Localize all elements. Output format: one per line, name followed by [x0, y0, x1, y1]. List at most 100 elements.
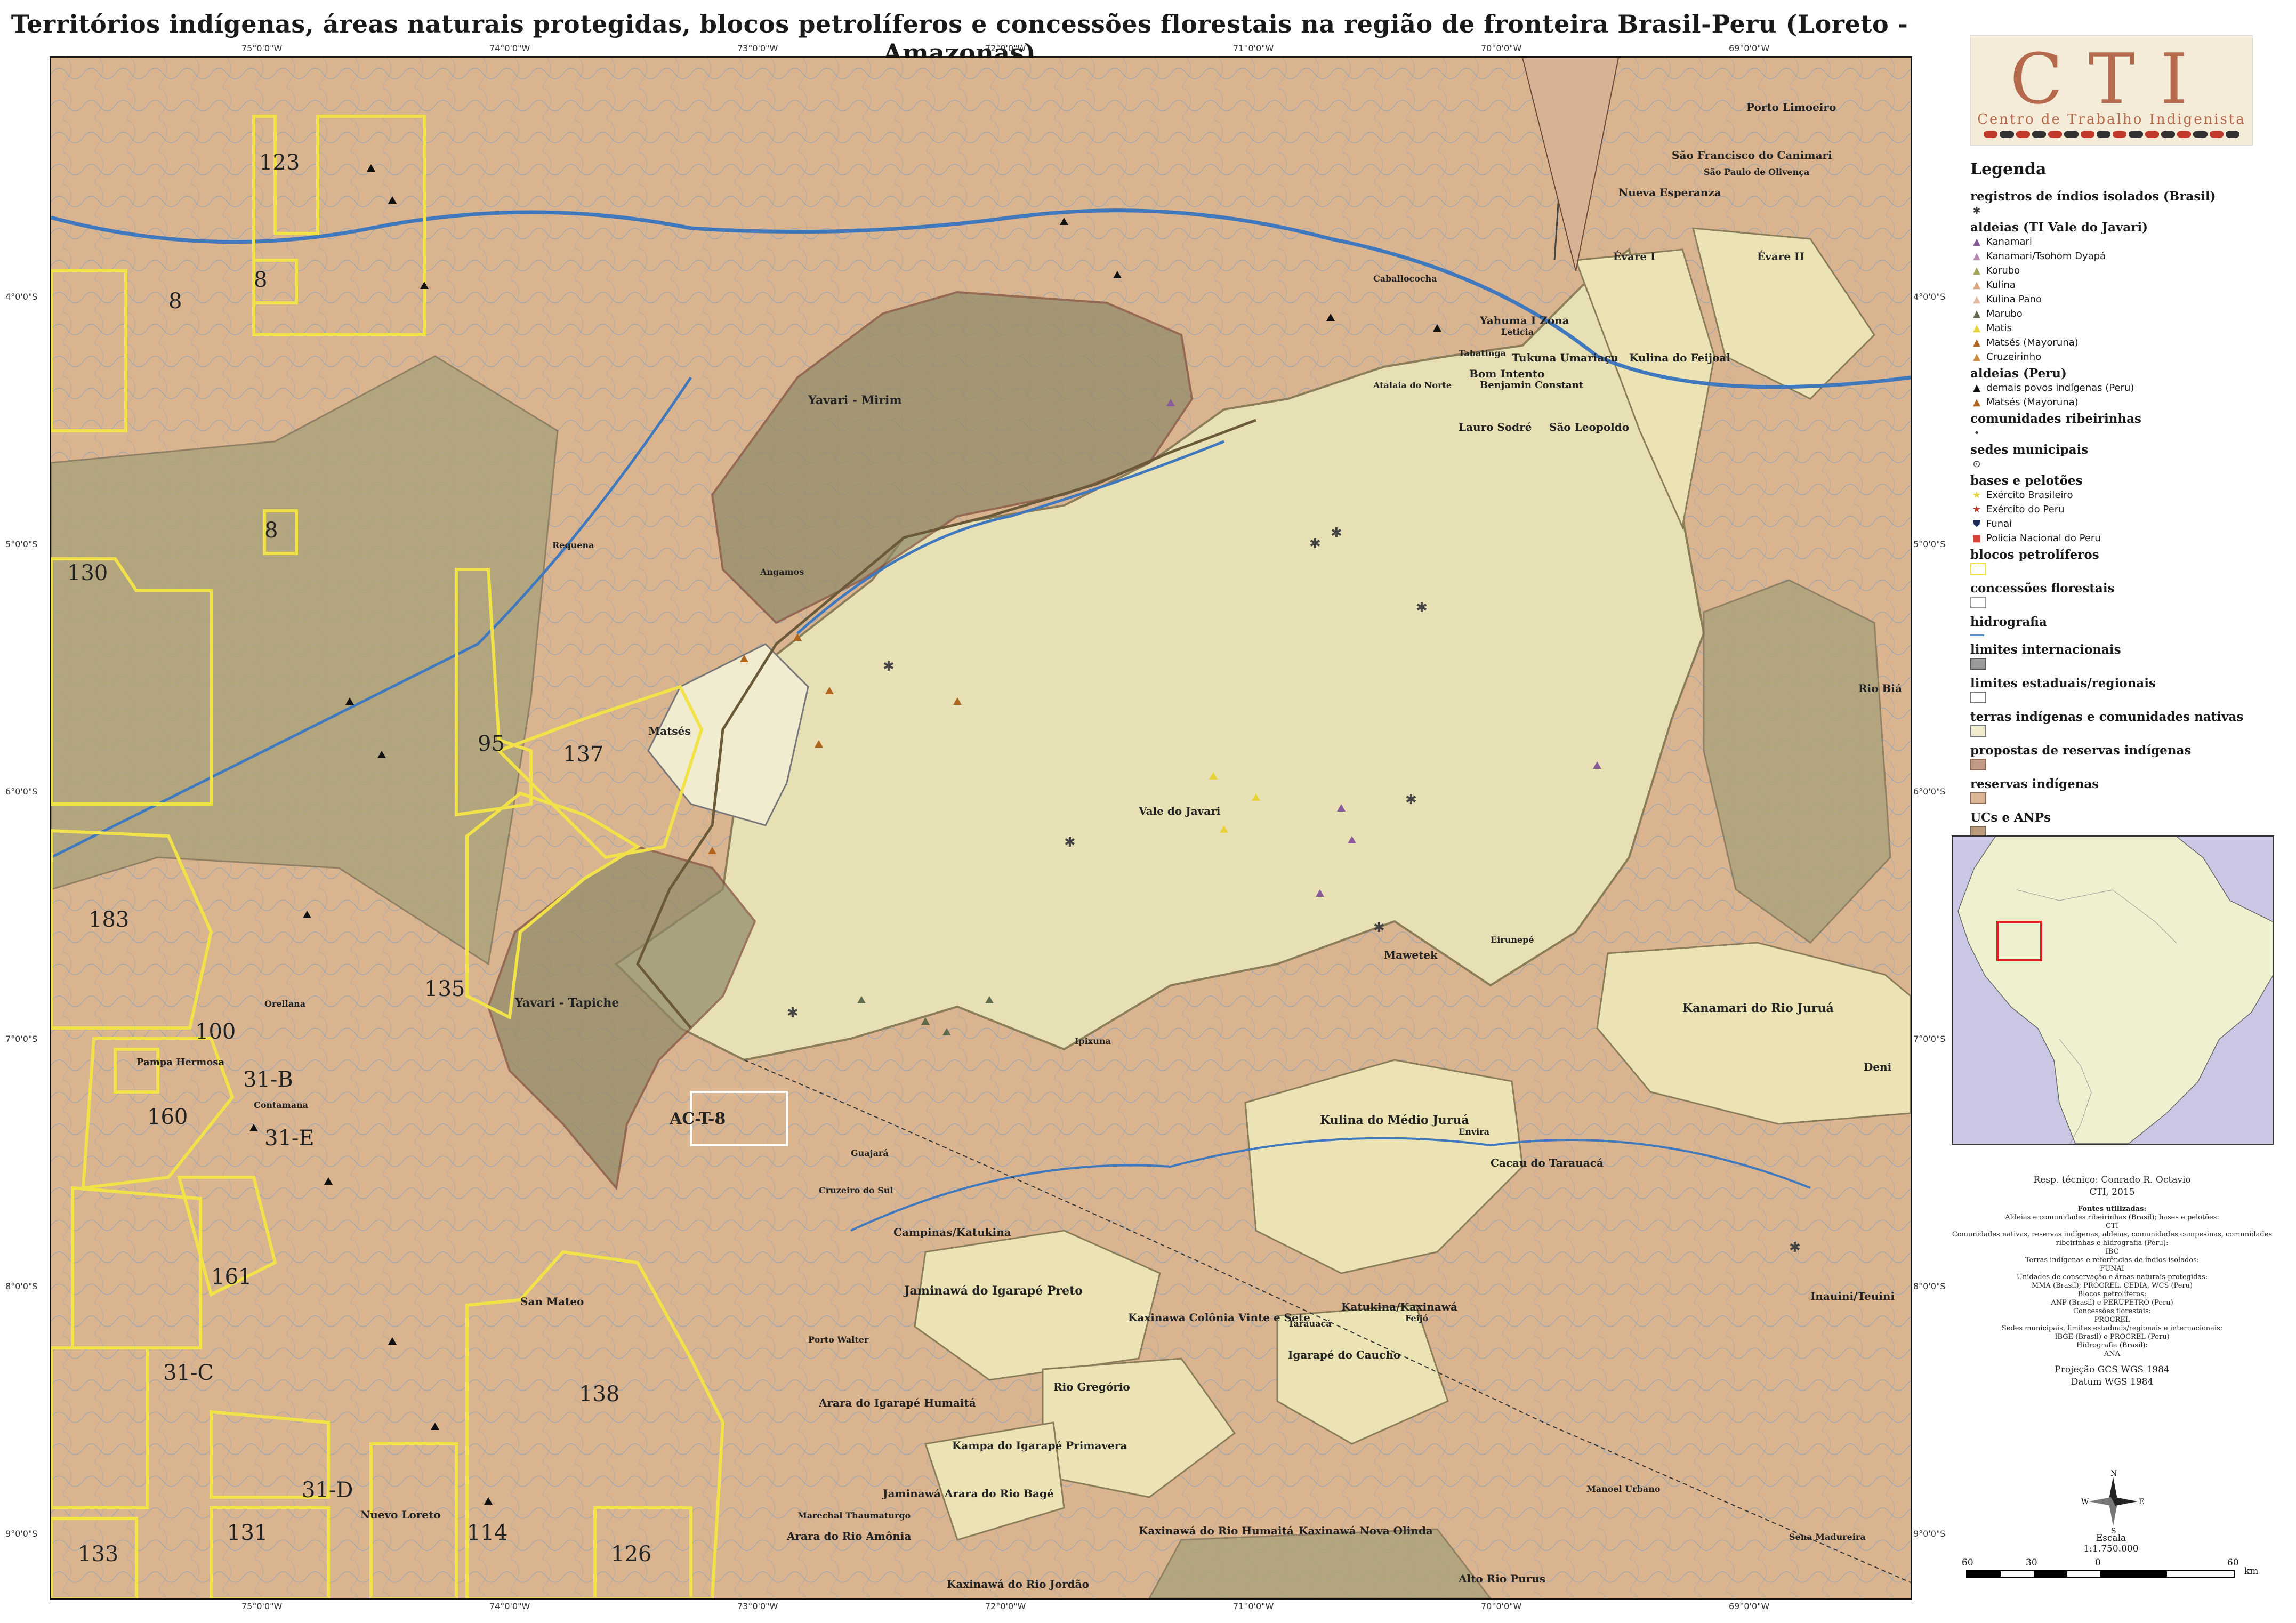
legend-section-title: hidrografia [1970, 615, 2047, 629]
legend-item: ▲ Kanamari [1970, 235, 2269, 249]
label-kanamari-rio-jurua: Kanamari do Rio Juruá [1682, 1001, 1834, 1015]
label-deni: Deni [1864, 1060, 1892, 1073]
block-114: 114 [467, 1521, 507, 1545]
svg-text:✱: ✱ [1331, 525, 1342, 541]
block-161: 161 [211, 1265, 252, 1289]
legend-heading: Legenda [1970, 160, 2047, 179]
legend-section-title: aldeias (TI Vale do Javari) [1970, 220, 2148, 235]
longitude-label: 75°0'0"W [241, 43, 283, 53]
label-katukina-kaxinawa: Katukina/Kaxinawá [1341, 1300, 1457, 1313]
label-cruzeiro-do-sul: Cruzeiro do Sul [819, 1185, 893, 1195]
block-8b: 8 [168, 289, 182, 314]
compass-n: N [2110, 1469, 2117, 1478]
legend-item: ■ Policia Nacional do Peru [1970, 531, 2269, 545]
label-alto-rio-purus: Alto Rio Purus [1458, 1572, 1545, 1585]
label-inauini-teuini: Inauini/Teuini [1810, 1290, 1895, 1303]
inset-canvas [1957, 837, 2273, 1144]
legend-symbol-icon: • [1973, 428, 1980, 439]
legend-item: ▲ Cruzeirinho [1970, 350, 2269, 364]
label-eirunepe: Eirunepé [1491, 935, 1534, 945]
longitude-label: 72°0'0"W [985, 43, 1026, 53]
credits: Resp. técnico: Conrado R. Octavio CTI, 2… [1947, 1174, 2277, 1388]
scale-bar-graphic [1966, 1570, 2235, 1578]
scale-tick-2: 0 [2095, 1557, 2101, 1568]
legend-symbol-icon: ▲ [1973, 337, 1980, 348]
legend-symbol-icon: ⛊ [1973, 518, 1980, 529]
label-tarauaca: Tarauacá [1288, 1319, 1332, 1329]
credit-responsible: Resp. técnico: Conrado R. Octavio [2033, 1175, 2191, 1185]
svg-text:✱: ✱ [1405, 792, 1417, 808]
label-rio-gregorio: Rio Gregório [1053, 1380, 1130, 1393]
legend-symbol-icon: ▲ [1973, 236, 1980, 247]
latitude-label: 9°0'0"S [5, 1529, 38, 1539]
legend-item: ▲ Matsés (Mayoruna) [1970, 335, 2269, 350]
legend-swatch [1970, 658, 1986, 670]
legend-symbol-icon: ▲ [1973, 251, 1980, 262]
legend: Legenda registros de índios isolados (Br… [1970, 160, 2269, 842]
credit-source-line: MMA (Brasil); PROCREL, CEDIA, WCS (Peru) [2031, 1282, 2193, 1290]
credit-source-line: FUNAI [2100, 1265, 2124, 1273]
label-tukuna-umariacu: Tukuna Umariaçu [1512, 351, 1618, 364]
legend-section-title: limites estaduais/regionais [1970, 676, 2156, 690]
legend-item-label: Matis [1986, 323, 2012, 334]
legend-symbol-icon: ▲ [1973, 265, 1980, 276]
legend-item-label: Korubo [1986, 265, 2020, 276]
label-envira: Envira [1459, 1127, 1489, 1137]
label-evare-i: Évare I [1613, 250, 1655, 263]
block-8c: 8 [264, 518, 278, 543]
uc-south [1148, 1528, 1492, 1598]
label-manoel-urbano: Manoel Urbano [1586, 1484, 1661, 1494]
credit-source-line: CTI [2106, 1222, 2118, 1230]
legend-item: ▲ Matis [1970, 321, 2269, 335]
label-san-mateo: San Mateo [520, 1295, 584, 1308]
label-porto-limoeiro: Porto Limoeiro [1746, 101, 1836, 114]
svg-text:✱: ✱ [787, 1005, 799, 1021]
credit-source-line: Unidades de conservação e áreas naturais… [2016, 1273, 2208, 1281]
label-contamana: Contamana [254, 1100, 308, 1110]
main-map[interactable]: ✱ ✱ ✱ ✱ ✱ ✱ ✱ ✱ ✱ Vale do Javari Yavari - Miri… [50, 56, 1912, 1600]
legend-item-label: Marubo [1986, 308, 2023, 319]
scale-ratio: 1:1.750.000 [2083, 1544, 2139, 1554]
legend-item-label: Kanamari [1986, 236, 2032, 247]
legend-section-title: comunidades ribeirinhas [1970, 412, 2141, 426]
legend-symbol-icon: ▲ [1973, 279, 1980, 291]
block-135: 135 [424, 977, 465, 1001]
credit-source-line: PROCREL [2094, 1316, 2130, 1324]
label-yahuma: Yahuma I Zona [1479, 314, 1569, 327]
scale-title: Escala [2096, 1533, 2126, 1544]
block-123: 123 [259, 150, 300, 175]
credit-source-line: Terras indígenas e referências de índios… [2025, 1256, 2200, 1264]
label-atalaia: Atalaia do Norte [1373, 380, 1452, 390]
legend-item-label: Kanamari/Tsohom Dyapá [1986, 251, 2106, 262]
legend-item-label: Kulina [1986, 279, 2016, 291]
legend-section-title: registros de índios isolados (Brasil) [1970, 189, 2216, 204]
credit-source-line: ANA [2104, 1350, 2121, 1358]
label-ipixuna: Ipixuna [1075, 1036, 1111, 1046]
longitude-label: 74°0'0"W [489, 1601, 530, 1611]
label-angamos: Angamos [760, 567, 804, 577]
legend-item-label: Exército do Peru [1986, 504, 2065, 515]
block-160: 160 [147, 1105, 188, 1129]
legend-symbol-icon: ▲ [1973, 294, 1980, 305]
label-kaxinawa-humaita: Kaxinawá do Rio Humaitá [1139, 1524, 1294, 1537]
label-leticia: Leticia [1501, 327, 1534, 337]
legend-section-title: propostas de reservas indígenas [1970, 743, 2192, 758]
legend-symbol-icon: ▲ [1973, 397, 1980, 408]
credit-sources: Aldeias e comunidades ribeirinhas (Brasi… [1947, 1214, 2277, 1359]
block-95: 95 [478, 732, 505, 756]
logo-brand: CTI [2010, 38, 2213, 119]
longitude-label: 73°0'0"W [737, 43, 778, 53]
label-jaminawa-igarape-preto: Jaminawá do Igarapé Preto [903, 1284, 1083, 1298]
compass-rose-icon: N S E W [2081, 1469, 2144, 1536]
label-bom-intento: Bom Intento [1469, 367, 1544, 380]
block-137: 137 [563, 742, 603, 767]
label-kaxinawa-colonia: Kaxinawa Colônia Vinte e Sete [1128, 1311, 1310, 1324]
legend-item: ▲ Kanamari/Tsohom Dyapá [1970, 249, 2269, 263]
legend-swatch [1970, 692, 1986, 703]
legend-section-title: bases e pelotões [1970, 473, 2083, 488]
svg-text:✱: ✱ [1416, 600, 1428, 616]
credit-source-line: Blocos petrolíferos: [2077, 1290, 2147, 1298]
credit-source-line: Hidrografia (Brasil): [2076, 1341, 2148, 1349]
legend-item-label: Kulina Pano [1986, 294, 2042, 305]
legend-symbol-icon: ▲ [1973, 308, 1980, 319]
